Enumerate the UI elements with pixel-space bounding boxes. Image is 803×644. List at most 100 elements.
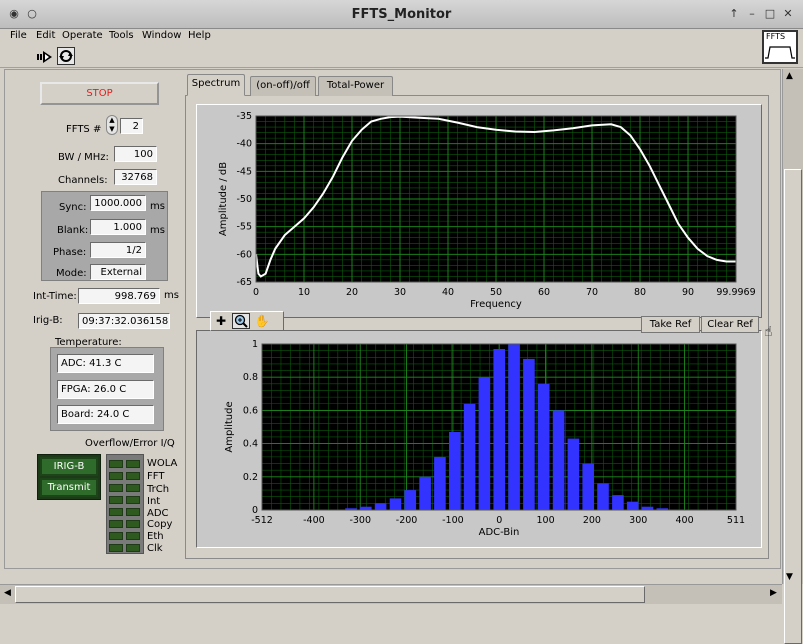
scroll-left-icon[interactable]: ◀: [4, 588, 11, 598]
menu-help[interactable]: Help: [188, 30, 211, 41]
indicator-led: [126, 484, 140, 492]
tab-spectrum[interactable]: Spectrum: [187, 74, 245, 96]
x-tick-label: 400: [675, 515, 693, 526]
x-tick-label: 200: [583, 515, 601, 526]
indicator-led: [126, 544, 140, 552]
inttime-label: Int-Time:: [33, 291, 77, 302]
run-arrow-icon[interactable]: [36, 48, 54, 66]
x-tick-label: -512: [251, 515, 273, 526]
vertical-scrollbar[interactable]: ▲ ▼: [782, 69, 803, 644]
indicator-led: [109, 520, 123, 528]
menu-operate[interactable]: Operate: [62, 30, 103, 41]
indicator-led: [109, 460, 123, 468]
crosshair-icon[interactable]: ✚: [213, 313, 229, 329]
ffts-spinner[interactable]: ▲ ▼: [106, 115, 118, 135]
histogram-bar: [523, 358, 535, 510]
clear-ref-button[interactable]: Clear Ref: [701, 316, 759, 333]
mode-field[interactable]: External: [90, 264, 146, 280]
tab-total-power[interactable]: Total-Power: [318, 76, 393, 96]
inttime-field[interactable]: 998.769: [78, 288, 160, 304]
spectrum-icon: [765, 46, 795, 59]
indicator-led: [109, 508, 123, 516]
spectrum-chart: 0 10 20 30 40 50 60 70 80 90 99.9969 -35 -40 -45 -50 -5…: [218, 111, 756, 310]
x-axis-label: ADC-Bin: [479, 527, 520, 538]
indicator-led: [126, 532, 140, 540]
histogram-bar: [626, 501, 639, 510]
bw-field[interactable]: 100: [114, 146, 157, 162]
ffts-number-field[interactable]: 2: [120, 118, 143, 134]
y-tick-label: 0.2: [243, 472, 258, 483]
indicator-label-clk: Clk: [147, 543, 163, 554]
inttime-unit: ms: [164, 290, 179, 301]
x-tick-label: 0: [496, 515, 502, 526]
irigb-field[interactable]: 09:37:32.036158: [78, 313, 170, 329]
indicator-led: [126, 508, 140, 516]
indicator-led: [126, 460, 140, 468]
close-icon[interactable]: ✕: [782, 8, 794, 20]
run-continuously-icon[interactable]: [57, 47, 75, 65]
x-tick-label: 80: [634, 287, 646, 298]
x-tick-label: 50: [490, 287, 502, 298]
histogram-bar: [389, 498, 402, 510]
indicator-label-int: Int: [147, 496, 161, 507]
histogram-bar: [404, 490, 417, 510]
histogram-bar: [434, 456, 446, 510]
histogram-bar: [449, 432, 461, 510]
sync-field[interactable]: 1000.000: [90, 195, 146, 211]
indicator-label-fft: FFT: [147, 471, 165, 482]
tab-on-off[interactable]: (on-off)/off: [250, 76, 316, 96]
pan-hand-icon[interactable]: ✋: [254, 313, 270, 329]
blank-field[interactable]: 1.000: [90, 219, 146, 235]
horizontal-scroll-thumb[interactable]: [15, 586, 645, 603]
x-tick-label: 10: [298, 287, 310, 298]
minimize-icon[interactable]: –: [746, 8, 758, 20]
adc-temp-field: ADC: 41.3 C: [57, 354, 154, 373]
indicator-led: [126, 496, 140, 504]
menu-edit[interactable]: Edit: [36, 30, 55, 41]
indicator-led: [109, 472, 123, 480]
y-tick-label: 1: [252, 339, 258, 350]
stop-button[interactable]: STOP: [40, 82, 159, 105]
transmit-button[interactable]: Transmit: [40, 478, 98, 497]
scroll-up-icon[interactable]: ▲: [786, 71, 793, 81]
y-tick-label: 0.8: [243, 372, 258, 383]
maximize-icon[interactable]: □: [764, 8, 776, 20]
y-tick-label: -55: [236, 222, 252, 233]
histogram-bar: [582, 463, 594, 510]
board-temp-field: Board: 24.0 C: [57, 405, 154, 424]
arrow-up-icon[interactable]: ↑: [728, 8, 740, 20]
channels-field[interactable]: 32768: [114, 169, 157, 185]
channels-label: Channels:: [58, 175, 108, 186]
title-bar: ◉ ○ FFTS_Monitor ↑ – □ ✕: [0, 0, 803, 29]
mode-label: Mode:: [56, 268, 87, 279]
horizontal-scrollbar[interactable]: ◀ ▶: [0, 584, 782, 604]
indicator-led: [109, 484, 123, 492]
y-axis-label: Amplitude / dB: [218, 162, 229, 236]
x-tick-label: 300: [629, 515, 647, 526]
menu-window[interactable]: Window: [142, 30, 181, 41]
scroll-down-icon[interactable]: ▼: [786, 572, 793, 582]
blank-unit: ms: [150, 225, 165, 236]
scroll-right-icon[interactable]: ▶: [770, 588, 777, 598]
histogram-bar: [478, 377, 491, 510]
sync-label: Sync:: [59, 202, 87, 213]
x-tick-label: -200: [396, 515, 418, 526]
y-tick-label: 0: [252, 505, 258, 516]
irigb-button[interactable]: IRIG-B: [40, 457, 98, 476]
y-tick-label: -50: [236, 194, 252, 205]
x-tick-label: -100: [442, 515, 464, 526]
take-ref-button[interactable]: Take Ref: [641, 316, 700, 333]
x-tick-label: 70: [586, 287, 598, 298]
menu-file[interactable]: File: [10, 30, 27, 41]
phase-field[interactable]: 1/2: [90, 242, 146, 258]
x-tick-label: 90: [682, 287, 694, 298]
fpga-temp-field: FPGA: 26.0 C: [57, 380, 154, 399]
y-tick-label: -35: [236, 111, 252, 122]
blank-label: Blank:: [57, 225, 89, 236]
toolbar: [0, 46, 803, 68]
phase-label: Phase:: [53, 247, 87, 258]
histogram-bar: [419, 476, 431, 510]
zoom-icon[interactable]: [232, 313, 250, 329]
histogram-bar: [597, 483, 609, 510]
menu-tools[interactable]: Tools: [109, 30, 134, 41]
